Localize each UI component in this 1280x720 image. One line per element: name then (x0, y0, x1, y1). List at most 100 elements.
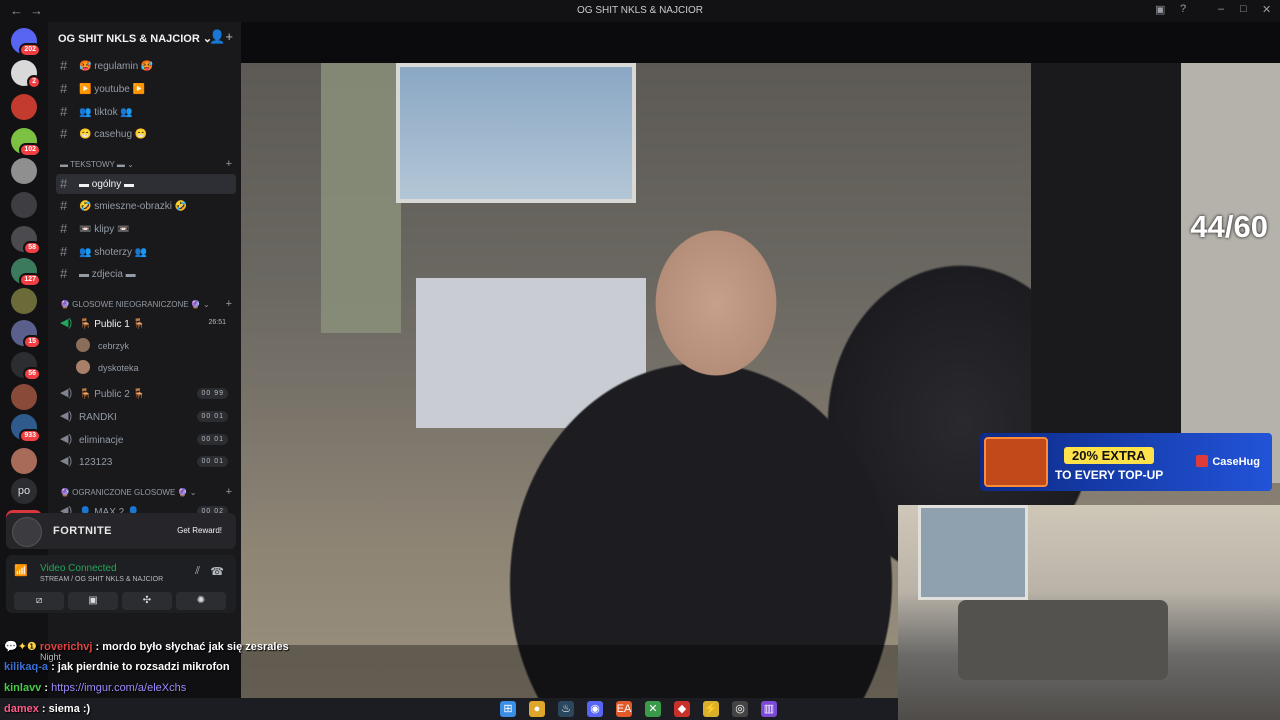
create-channel-icon[interactable]: + (226, 298, 232, 310)
channel-tiktok[interactable]: # 👥 tiktok 👥 (56, 102, 236, 122)
chat-message: kilikaq-a : jak pierdnie to rozsadzi mik… (4, 661, 230, 673)
user-limit-badge: 00 99 (197, 388, 228, 399)
voice-channel-public-2[interactable]: ◀) 🪑 Public 2 🪑 00 99 (56, 384, 236, 404)
channel-label: 🤣 smieszne-obrazki 🤣 (79, 201, 188, 212)
create-channel-icon[interactable]: + (226, 486, 232, 498)
create-channel-icon[interactable]: + (226, 158, 232, 170)
ad-headline: 20% EXTRA (1064, 447, 1154, 464)
category-tekstowy[interactable]: ▬ TEKSTOWY ▬ ⌄ + (60, 158, 232, 170)
chat-username: kilikaq-a (4, 661, 49, 673)
chat-text: : siema :) (38, 703, 91, 715)
server-icon[interactable]: 58 (11, 226, 41, 255)
minimize-button[interactable]: – (1218, 3, 1224, 15)
server-icon[interactable]: 933 (11, 414, 41, 443)
voice-status-subtitle[interactable]: STREAM / OG SHIT NKLS & NAJCIOR (40, 576, 163, 583)
channel-label: 🪑 Public 1 🪑 (79, 319, 146, 330)
chat-username: kinlavv (4, 682, 42, 694)
steam-icon[interactable]: ♨ (558, 701, 574, 717)
stream-goal-counter: 44/60 (1190, 209, 1268, 244)
discord-icon[interactable]: ◉ (587, 701, 603, 717)
invite-people-icon[interactable]: 👤+ (209, 29, 233, 45)
get-reward-button[interactable]: Get Reward! (177, 526, 222, 535)
server-icon[interactable]: 202 (11, 28, 41, 57)
ea-icon[interactable]: EA (616, 701, 632, 717)
channel-label: ▬ zdjecia ▬ (79, 269, 136, 280)
channel-zdjecia[interactable]: # ▬ zdjecia ▬ (56, 264, 236, 284)
server-header[interactable]: OG SHIT NKLS & NAJCIOR ⌄ 👤+ (48, 22, 241, 54)
server-icon[interactable]: 56 (11, 352, 41, 381)
hash-icon: # (60, 176, 68, 191)
help-icon[interactable]: ? (1180, 3, 1186, 15)
channel-ogolny[interactable]: # ▬ ogólny ▬ (56, 174, 236, 194)
quest-promo-card[interactable]: FORTNITE Get Reward! (6, 513, 236, 549)
server-icon-text[interactable]: po (11, 478, 37, 504)
chat-username: damex (4, 703, 39, 715)
user-limit-badge: 00 01 (197, 434, 228, 445)
server-icon[interactable] (11, 94, 37, 120)
night-label: Night (40, 652, 62, 662)
category-glosowe-nieograniczone[interactable]: 🔮 GLOSOWE NIEOGRANICZONE 🔮 ⌄ + (60, 298, 232, 310)
mention-badge: 56 (23, 367, 41, 381)
activities-button[interactable]: ✣ (122, 592, 172, 610)
channel-regulamin[interactable]: # 🥵 regulamin 🥵 (56, 56, 236, 76)
voice-status-panel: 📶 Video Connected STREAM / OG SHIT NKLS … (6, 555, 236, 613)
server-icon[interactable]: 2 (11, 60, 41, 89)
server-icon[interactable]: 127 (11, 258, 41, 287)
speaker-icon: ◀) (60, 410, 73, 422)
pip-scene-sofa (958, 600, 1168, 680)
server-icon[interactable] (11, 192, 37, 218)
server-icon[interactable] (11, 288, 37, 314)
xbox-icon[interactable]: ✕ (645, 701, 661, 717)
app-red-icon[interactable]: ◆ (674, 701, 690, 717)
channel-label: eliminacje (79, 435, 124, 446)
channel-klipy[interactable]: # 📼 klipy 📼 (56, 219, 236, 239)
mention-badge: 15 (23, 335, 41, 349)
game-logo-icon (12, 517, 42, 547)
channel-casehug[interactable]: # 😁 casehug 😁 (56, 124, 236, 144)
promo-game-title: FORTNITE (53, 525, 112, 537)
category-label: 🔮 GLOSOWE NIEOGRANICZONE 🔮 ⌄ (60, 300, 210, 309)
close-button[interactable]: ✕ (1262, 3, 1271, 16)
voice-channel-eliminacje[interactable]: ◀) eliminacje 00 01 (56, 430, 236, 450)
channel-label: 🥵 regulamin 🥵 (79, 61, 154, 72)
title-bar: ← → OG SHIT NKLS & NAJCIOR ▣ ? – □ ✕ (0, 0, 1280, 22)
connection-signal-icon[interactable]: 📶 (14, 564, 28, 577)
channel-label: 📼 klipy 📼 (79, 224, 130, 235)
disconnect-icon[interactable]: ☎ (210, 565, 224, 578)
channel-smieszne-obrazki[interactable]: # 🤣 smieszne-obrazki 🤣 (56, 196, 236, 216)
voice-channel-randki[interactable]: ◀) RANDKI 00 01 (56, 407, 236, 427)
noise-suppression-icon[interactable]: ⫽ (195, 565, 200, 578)
twitch-icon[interactable]: ▥ (761, 701, 777, 717)
window-title: OG SHIT NKLS & NAJCIOR (577, 5, 703, 16)
server-icon[interactable]: 102 (11, 128, 41, 157)
chat-link[interactable]: https://imgur.com/a/eleXchs (51, 682, 186, 694)
soundboard-button[interactable]: ✺ (176, 592, 226, 610)
obs-icon[interactable]: ◎ (732, 701, 748, 717)
channel-shoterzy[interactable]: # 👥 shoterzy 👥 (56, 242, 236, 262)
category-ograniczone-glosowe[interactable]: 🔮 OGRANICZONE GLOSOWE 🔮 ⌄ + (60, 486, 232, 498)
server-icon[interactable] (11, 448, 37, 474)
voice-channel-123123[interactable]: ◀) 123123 00 01 (56, 452, 236, 472)
camera-off-button[interactable]: ⧄ (14, 592, 64, 610)
screen-share-button[interactable]: ▣ (68, 592, 118, 610)
app-lightning-icon[interactable]: ⚡ (703, 701, 719, 717)
avatar (76, 360, 90, 374)
video-scene-curtain (321, 63, 401, 333)
voice-user-name: dyskoteka (98, 363, 139, 373)
streamer-figure (491, 163, 911, 703)
inbox-icon[interactable]: ▣ (1155, 3, 1165, 16)
voice-status-title: Video Connected (40, 563, 117, 574)
maximize-button[interactable]: □ (1240, 3, 1247, 15)
speaker-icon: ◀) (60, 455, 73, 467)
casehug-ad-banner: 20% EXTRA TO EVERY TOP-UP CaseHug (980, 433, 1272, 491)
mention-badge: 127 (19, 273, 41, 287)
channel-youtube[interactable]: # ▶️ youtube ▶️ (56, 79, 236, 99)
voice-channel-public-1[interactable]: ◀) 🪑 Public 1 🪑 26:51 (56, 314, 236, 334)
server-icon[interactable] (11, 384, 37, 410)
server-icon[interactable] (11, 158, 37, 184)
server-name: OG SHIT NKLS & NAJCIOR ⌄ (58, 33, 213, 45)
windows-start-icon[interactable]: ⊞ (500, 701, 516, 717)
server-icon[interactable]: 15 (11, 320, 41, 349)
chrome-icon[interactable]: ● (529, 701, 545, 717)
ad-subline: TO EVERY TOP-UP (1055, 468, 1164, 482)
